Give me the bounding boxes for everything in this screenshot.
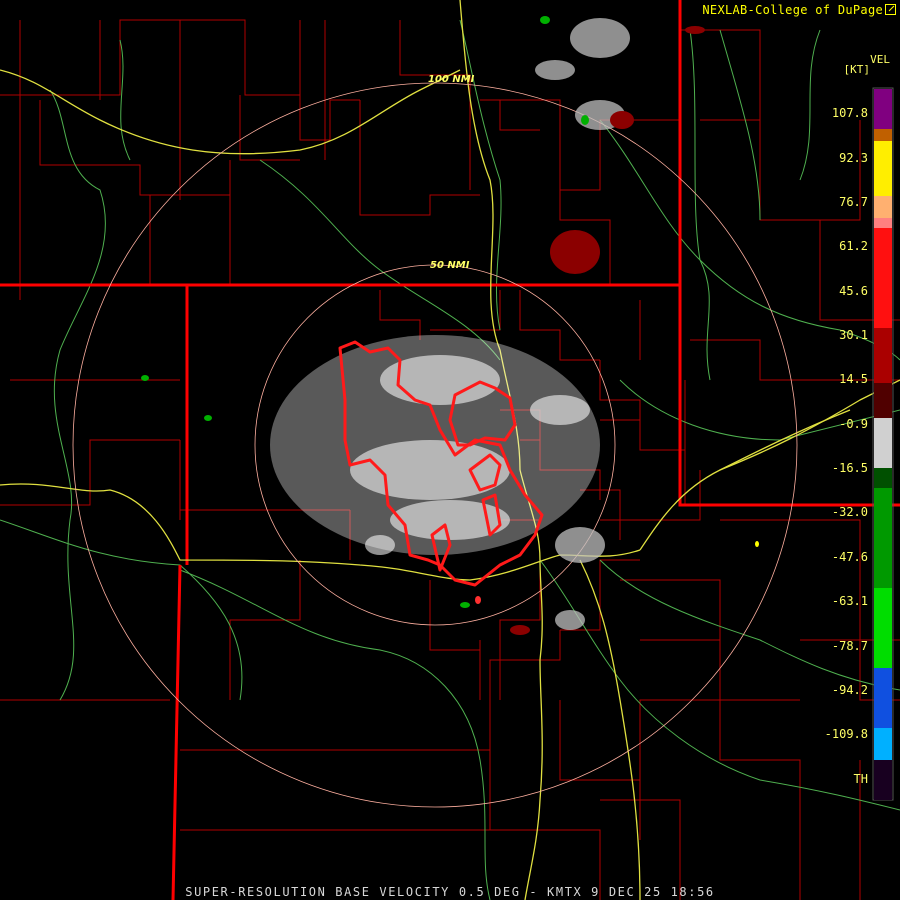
brand-text[interactable]: NEXLAB-College of DuPage — [702, 3, 883, 17]
legend-unit: [KT] — [843, 63, 871, 76]
legend-title: VEL — [870, 53, 890, 66]
legend-tick: 45.6 — [839, 284, 868, 298]
legend-tick: 76.7 — [839, 195, 868, 209]
product-caption: SUPER-RESOLUTION BASE VELOCITY 0.5 DEG -… — [185, 885, 715, 899]
legend-tick: 107.8 — [831, 106, 868, 120]
legend-tick: TH — [853, 772, 868, 786]
legend-tick: 92.3 — [839, 151, 868, 165]
range-ring-label-50: 50 NMI — [430, 260, 470, 271]
external-link-icon[interactable] — [885, 4, 896, 15]
legend-tick: -109.8 — [824, 727, 868, 741]
legend-tick: -78.7 — [831, 639, 868, 653]
legend-tick: -63.1 — [831, 594, 868, 608]
legend-tick: -32.0 — [831, 505, 868, 519]
brand-label[interactable]: NEXLAB-College of DuPage — [702, 3, 896, 17]
legend-tick: -0.9 — [839, 417, 868, 431]
legend-tick: -94.2 — [831, 683, 868, 697]
legend-tick: 14.5 — [839, 372, 868, 386]
radar-map: 50 NMI 100 NMI — [0, 0, 900, 900]
velocity-color-bar — [872, 87, 894, 801]
legend-tick: -47.6 — [831, 550, 868, 564]
range-ring-label-100: 100 NMI — [428, 74, 475, 85]
legend-tick: 61.2 — [839, 239, 868, 253]
legend-tick: 30.1 — [839, 328, 868, 342]
legend-tick: -16.5 — [831, 461, 868, 475]
